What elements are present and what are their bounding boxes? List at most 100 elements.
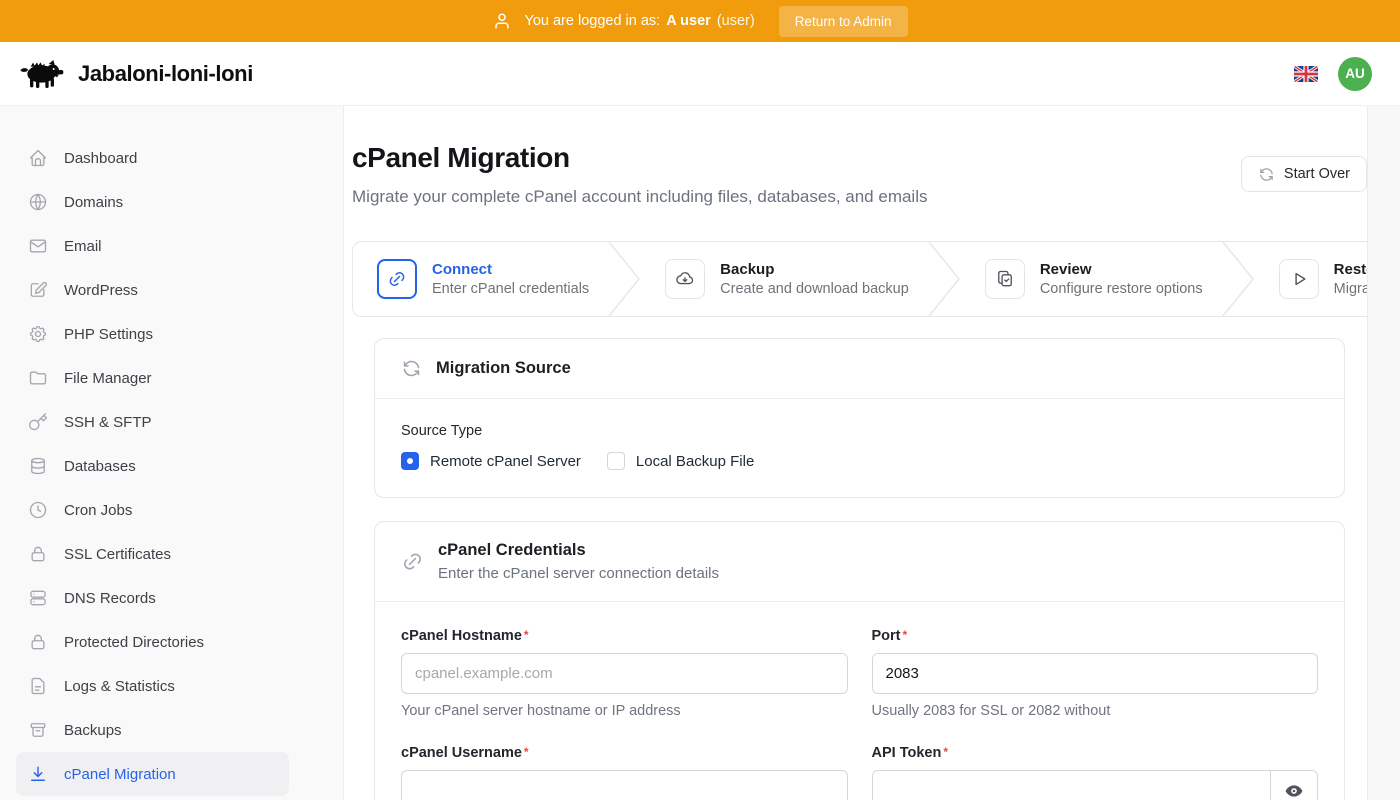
toggle-token-visibility-button[interactable]: [1270, 771, 1317, 800]
main-content: cPanel Migration Migrate your complete c…: [344, 106, 1368, 800]
uk-flag-icon[interactable]: [1294, 66, 1318, 82]
sidebar-item-label: SSL Certificates: [64, 546, 171, 563]
step-subtitle: Create and download backup: [720, 281, 909, 297]
sidebar-item-label: SSH & SFTP: [64, 414, 152, 431]
lock-icon: [28, 632, 48, 652]
app-header: Jabaloni-loni-loni AU: [0, 42, 1400, 106]
sidebar-item-label: Protected Directories: [64, 634, 204, 651]
step-separator: [1221, 242, 1255, 316]
credentials-header: cPanel Credentials Enter the cPanel serv…: [375, 522, 1344, 602]
brand-name: Jabaloni-loni-loni: [78, 61, 253, 87]
hostname-help: Your cPanel server hostname or IP addres…: [401, 703, 848, 719]
globe-icon: [28, 192, 48, 212]
sidebar-item-file-manager[interactable]: File Manager: [16, 356, 289, 400]
migration-stepper: Connect Enter cPanel credentials Backup …: [352, 241, 1367, 317]
api-token-input[interactable]: [873, 771, 1271, 800]
step-title: Review: [1040, 261, 1203, 278]
radio-selected-icon[interactable]: [401, 452, 419, 470]
user-avatar[interactable]: AU: [1338, 57, 1372, 91]
brand[interactable]: Jabaloni-loni-loni: [18, 58, 253, 90]
start-over-button[interactable]: Start Over: [1241, 156, 1367, 192]
refresh-icon: [401, 358, 422, 379]
sidebar-item-logs-statistics[interactable]: Logs & Statistics: [16, 664, 289, 708]
username-input[interactable]: [401, 770, 848, 800]
sidebar-item-php-settings[interactable]: PHP Settings: [16, 312, 289, 356]
start-over-label: Start Over: [1284, 166, 1350, 182]
sidebar-item-label: WordPress: [64, 282, 138, 299]
step-backup[interactable]: Backup Create and download backup: [641, 242, 927, 316]
step-restore[interactable]: Restore Migration progress: [1255, 242, 1367, 316]
sidebar-item-cron-jobs[interactable]: Cron Jobs: [16, 488, 289, 532]
sidebar-item-ssh-sftp[interactable]: SSH & SFTP: [16, 400, 289, 444]
sidebar-item-label: Email: [64, 238, 102, 255]
sidebar-item-cpanel-migration[interactable]: cPanel Migration: [16, 752, 289, 796]
sidebar-item-label: cPanel Migration: [64, 766, 176, 783]
return-to-admin-button[interactable]: Return to Admin: [779, 6, 908, 37]
card-subtitle: Enter the cPanel server connection detai…: [438, 565, 719, 582]
hostname-input[interactable]: [401, 653, 848, 694]
api-token-field: API Token*: [872, 745, 1319, 800]
step-subtitle: Enter cPanel credentials: [432, 281, 589, 297]
step-connect[interactable]: Connect Enter cPanel credentials: [353, 242, 607, 316]
sidebar-item-label: Logs & Statistics: [64, 678, 175, 695]
option-local-backup-file[interactable]: Local Backup File: [607, 452, 754, 470]
sidebar-item-databases[interactable]: Databases: [16, 444, 289, 488]
sidebar-item-dashboard[interactable]: Dashboard: [16, 136, 289, 180]
clock-icon: [28, 500, 48, 520]
sidebar-item-wordpress[interactable]: WordPress: [16, 268, 289, 312]
credentials-form: cPanel Hostname* Your cPanel server host…: [375, 602, 1344, 800]
header-actions: AU: [1294, 57, 1380, 91]
card-title: cPanel Credentials: [438, 541, 719, 560]
pencil-square-icon: [28, 280, 48, 300]
option-remote-cpanel-server[interactable]: Remote cPanel Server: [401, 452, 581, 470]
source-type-label: Source Type: [401, 423, 1318, 439]
lock-icon: [28, 544, 48, 564]
port-label: Port*: [872, 628, 1319, 644]
refresh-icon: [1258, 166, 1275, 183]
eye-icon: [1284, 781, 1304, 800]
impersonated-user-role: (user): [717, 13, 755, 29]
sidebar-item-label: Backups: [64, 722, 122, 739]
sidebar-item-label: Cron Jobs: [64, 502, 132, 519]
sidebar-item-backups[interactable]: Backups: [16, 708, 289, 752]
boar-logo-icon: [18, 58, 66, 90]
sidebar-item-label: Domains: [64, 194, 123, 211]
download-icon: [28, 764, 48, 784]
impersonation-message: You are logged in as: A user (user): [525, 13, 755, 29]
cpanel-credentials-card: cPanel Credentials Enter the cPanel serv…: [374, 521, 1345, 800]
sidebar-item-domains[interactable]: Domains: [16, 180, 289, 224]
document-icon: [28, 676, 48, 696]
logged-in-as-text: You are logged in as:: [525, 13, 661, 29]
folder-icon: [28, 368, 48, 388]
required-mark: *: [943, 745, 948, 759]
impersonation-banner: You are logged in as: A user (user) Retu…: [0, 0, 1400, 42]
card-title: Migration Source: [436, 359, 571, 378]
page-header: cPanel Migration Migrate your complete c…: [352, 142, 1367, 207]
link-icon: [401, 550, 424, 573]
step-title: Restore: [1334, 261, 1367, 278]
api-token-label: API Token*: [872, 745, 1319, 761]
required-mark: *: [524, 628, 529, 642]
hostname-field: cPanel Hostname* Your cPanel server host…: [401, 628, 848, 719]
envelope-icon: [28, 236, 48, 256]
sidebar-item-label: File Manager: [64, 370, 152, 387]
radio-unselected-icon[interactable]: [607, 452, 625, 470]
username-label: cPanel Username*: [401, 745, 848, 761]
page-subtitle: Migrate your complete cPanel account inc…: [352, 187, 928, 207]
hostname-label: cPanel Hostname*: [401, 628, 848, 644]
cloud-download-icon: [665, 259, 705, 299]
option-label: Local Backup File: [636, 453, 754, 470]
step-review[interactable]: Review Configure restore options: [961, 242, 1221, 316]
port-input[interactable]: [872, 653, 1319, 694]
sidebar-item-email[interactable]: Email: [16, 224, 289, 268]
sidebar-item-protected-directories[interactable]: Protected Directories: [16, 620, 289, 664]
play-icon: [1279, 259, 1319, 299]
step-subtitle: Migration progress: [1334, 281, 1367, 297]
api-token-input-group: [872, 770, 1319, 800]
step-title: Connect: [432, 261, 589, 278]
option-label: Remote cPanel Server: [430, 453, 581, 470]
impersonated-user-name: A user: [666, 13, 711, 29]
sidebar-item-ssl-certificates[interactable]: SSL Certificates: [16, 532, 289, 576]
sidebar-item-dns-records[interactable]: DNS Records: [16, 576, 289, 620]
page-title: cPanel Migration: [352, 142, 928, 174]
